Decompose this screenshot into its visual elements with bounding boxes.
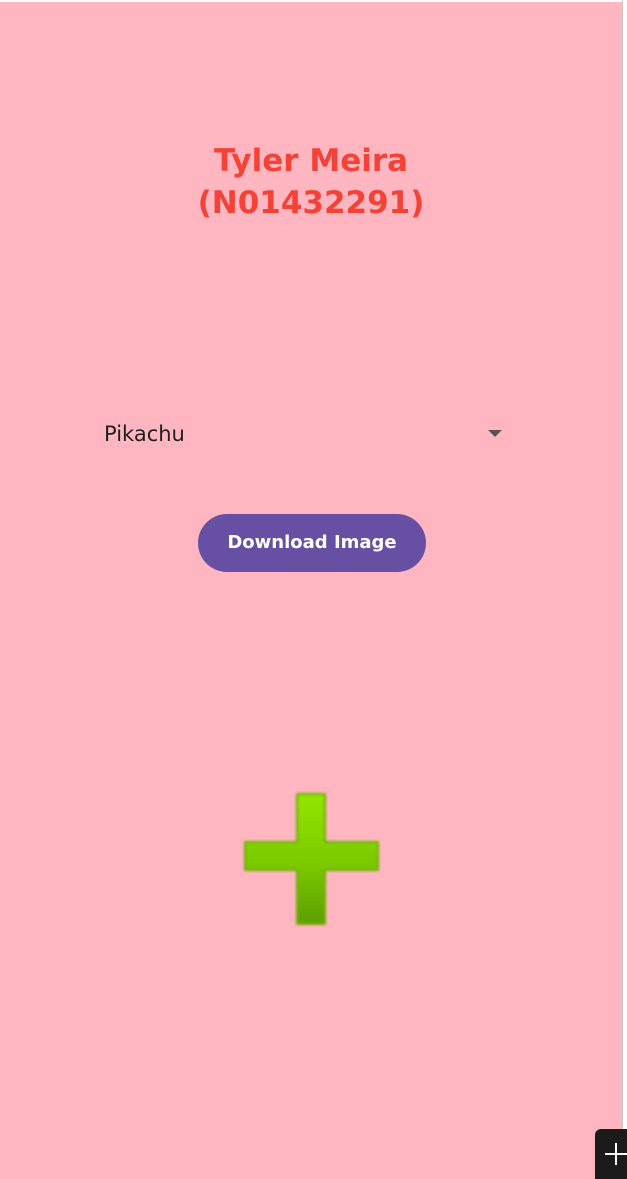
dropdown-arrow-icon — [488, 430, 502, 437]
student-id: (N01432291) — [197, 185, 425, 221]
plus-icon — [605, 1143, 627, 1165]
green-plus-icon — [244, 793, 379, 925]
student-name: Tyler Meira — [213, 143, 409, 179]
plus-button[interactable] — [595, 1129, 627, 1179]
app-screen: Tyler Meira (N01432291) Pikachu Download… — [0, 2, 622, 1179]
download-image-button[interactable]: Download Image — [198, 514, 426, 572]
pokemon-spinner[interactable]: Pikachu — [98, 410, 512, 458]
page-title: Tyler Meira (N01432291) — [0, 140, 622, 224]
window-edge — [622, 0, 627, 1179]
spinner-selected-value: Pikachu — [104, 422, 185, 446]
